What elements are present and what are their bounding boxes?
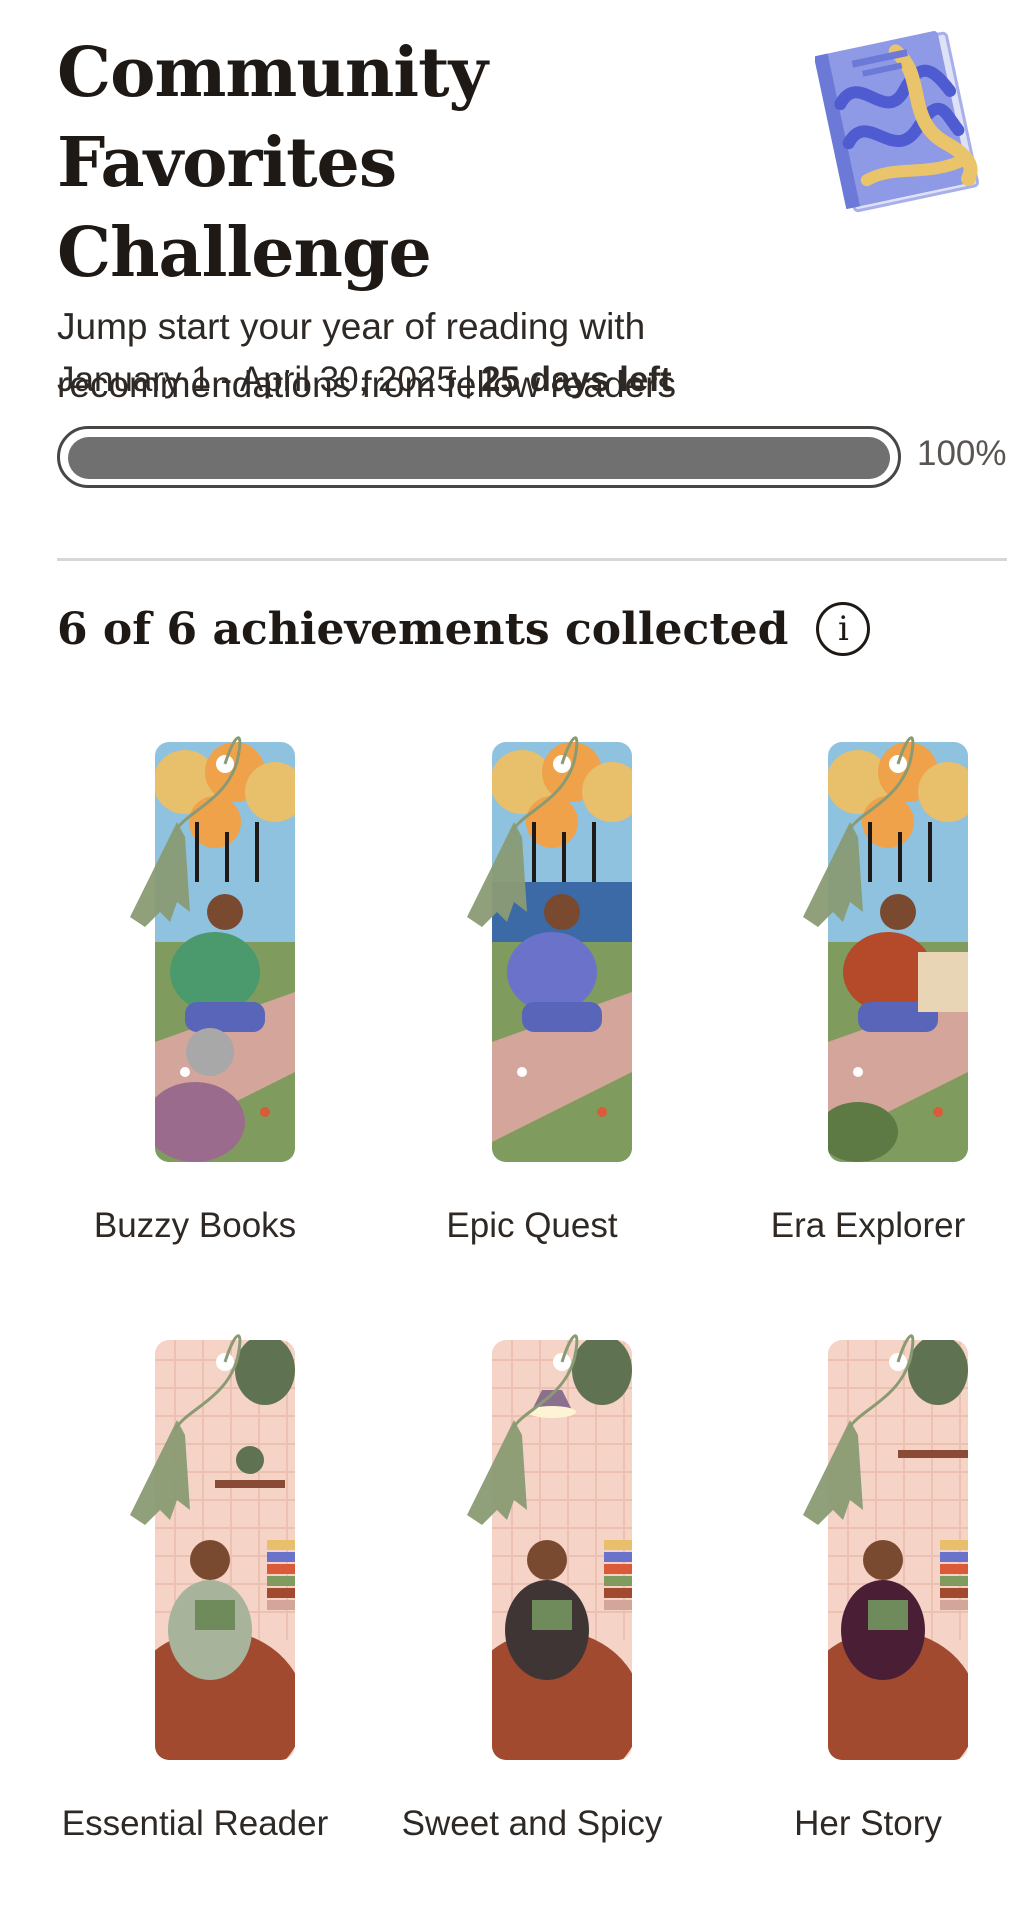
info-icon[interactable]: i [816,602,871,656]
progress-track [57,426,901,488]
bookmark-illustration [130,1334,295,1760]
progress-row: 100% [57,426,1007,490]
bookmark-illustration [803,736,968,1162]
achievement-buzzy-books[interactable]: Buzzy Books [35,722,355,1246]
achievement-label: Epic Quest [446,1206,618,1245]
challenge-dates: January 1 - April 30, 2025 | 25 days left [57,360,672,400]
bookmark-illustration [467,736,632,1162]
achievement-era-explorer[interactable]: Era Explorer [708,722,1028,1246]
achievements-heading: 6 of 6 achievements collected i [57,602,871,656]
achievement-her-story[interactable]: Her Story [708,1320,1028,1844]
title-line-2: Challenge [57,213,432,293]
achievement-label: Era Explorer [770,1206,966,1245]
book-badge-icon [815,31,980,213]
bookmark-illustration [467,1334,632,1760]
page-title: Community Favorites Challenge [57,28,817,298]
date-separator: | [463,360,473,399]
achievement-sweet-and-spicy[interactable]: Sweet and Spicy [372,1320,692,1844]
achievement-essential-reader[interactable]: Essential Reader [35,1320,355,1844]
bookmark-illustration [803,1334,968,1760]
challenge-header: Community Favorites Challenge Jump start… [57,28,817,414]
achievement-label: Her Story [794,1804,942,1843]
date-range: January 1 - April 30, 2025 [57,360,456,399]
bookmark-illustration [130,736,295,1162]
progress-percent: 100% [917,434,1007,473]
days-left: 25 days left [480,360,672,399]
title-line-1: Community Favorites [57,33,488,203]
achievements-count: 6 of 6 achievements collected [57,603,789,655]
achievement-label: Buzzy Books [93,1206,297,1245]
achievement-epic-quest[interactable]: Epic Quest [372,722,692,1246]
progress-fill [68,437,890,479]
divider [57,558,1007,561]
achievement-label: Sweet and Spicy [401,1804,663,1843]
achievement-label: Essential Reader [61,1804,329,1843]
subtitle-line-1: Jump start your year of reading with [57,306,646,347]
